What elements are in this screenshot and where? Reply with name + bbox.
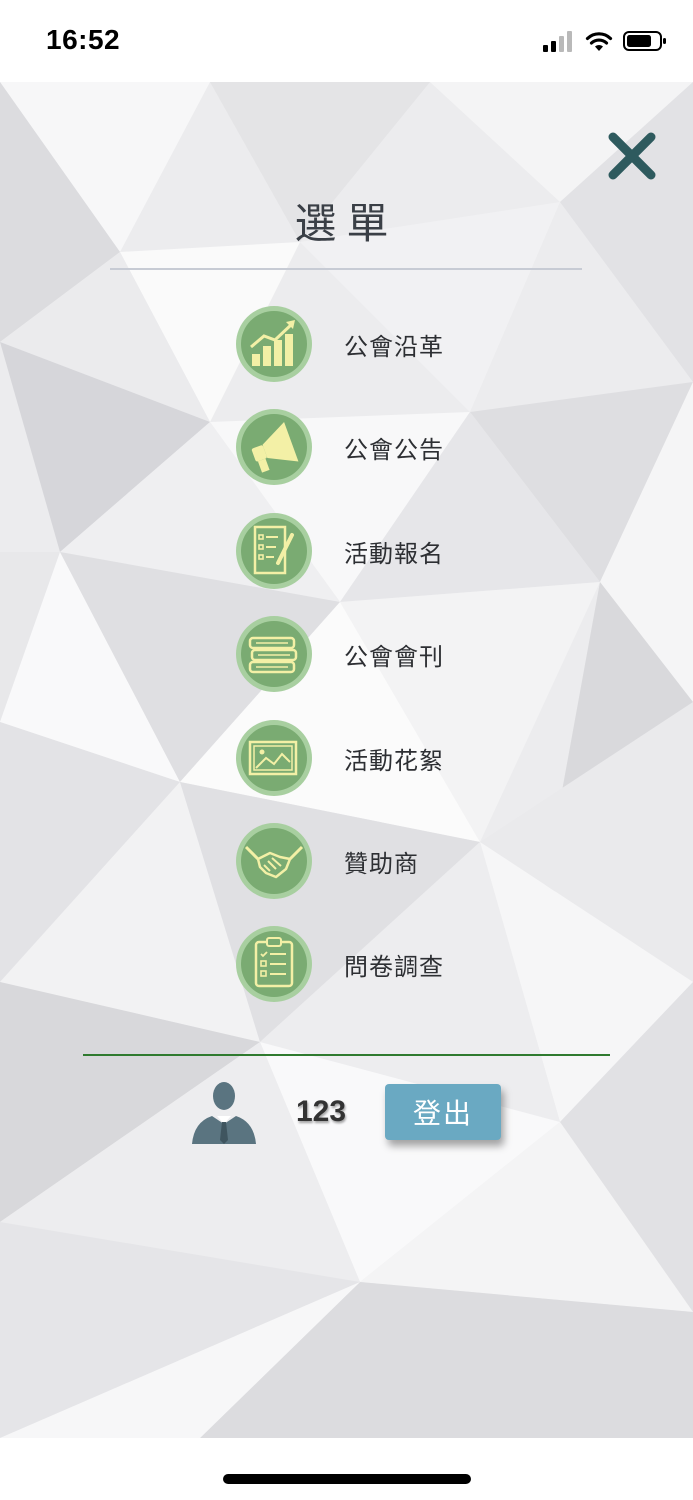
logout-button[interactable]: 登出 bbox=[385, 1084, 501, 1140]
menu-title: 選單 bbox=[294, 199, 399, 248]
title-divider bbox=[110, 268, 582, 270]
status-icons bbox=[543, 30, 667, 52]
businessman-avatar-icon bbox=[192, 1082, 256, 1144]
menu-item-label: 贊助商 bbox=[344, 849, 419, 878]
menu-item-label: 公會公告 bbox=[344, 435, 444, 464]
menu-item-label: 公會會刊 bbox=[344, 642, 444, 671]
picture-icon bbox=[236, 720, 312, 796]
status-time: 16:52 bbox=[46, 24, 121, 55]
books-icon bbox=[236, 616, 312, 692]
bottom-safe-area bbox=[0, 1438, 693, 1500]
menu-item-label: 公會沿革 bbox=[344, 332, 444, 361]
menu-item-announcements[interactable]: 公會公告 bbox=[234, 407, 494, 487]
growth-chart-icon bbox=[236, 306, 312, 382]
wifi-icon bbox=[585, 32, 613, 51]
footer-divider bbox=[83, 1054, 610, 1056]
clipboard-icon bbox=[236, 926, 312, 1002]
username: 123 bbox=[296, 1095, 347, 1128]
menu-item-sponsors[interactable]: 贊助商 bbox=[234, 821, 494, 901]
checklist-pen-icon bbox=[236, 513, 312, 589]
menu-item-history[interactable]: 公會沿革 bbox=[234, 304, 494, 384]
status-bar: 16:52 bbox=[0, 0, 693, 82]
menu-item-label: 問卷調查 bbox=[344, 952, 444, 981]
battery-icon bbox=[623, 31, 666, 51]
menu-item-event-gallery[interactable]: 活動花絮 bbox=[234, 718, 494, 798]
menu-item-label: 活動報名 bbox=[344, 539, 444, 568]
menu-item-label: 活動花絮 bbox=[344, 746, 444, 775]
menu-item-event-registration[interactable]: 活動報名 bbox=[234, 511, 494, 591]
home-indicator[interactable] bbox=[223, 1474, 471, 1484]
close-icon[interactable] bbox=[604, 128, 660, 184]
signal-icon bbox=[543, 31, 572, 52]
menu-item-journal[interactable]: 公會會刊 bbox=[234, 614, 494, 694]
handshake-icon bbox=[236, 823, 312, 899]
menu-item-survey[interactable]: 問卷調查 bbox=[234, 924, 494, 1004]
megaphone-icon bbox=[236, 409, 312, 485]
